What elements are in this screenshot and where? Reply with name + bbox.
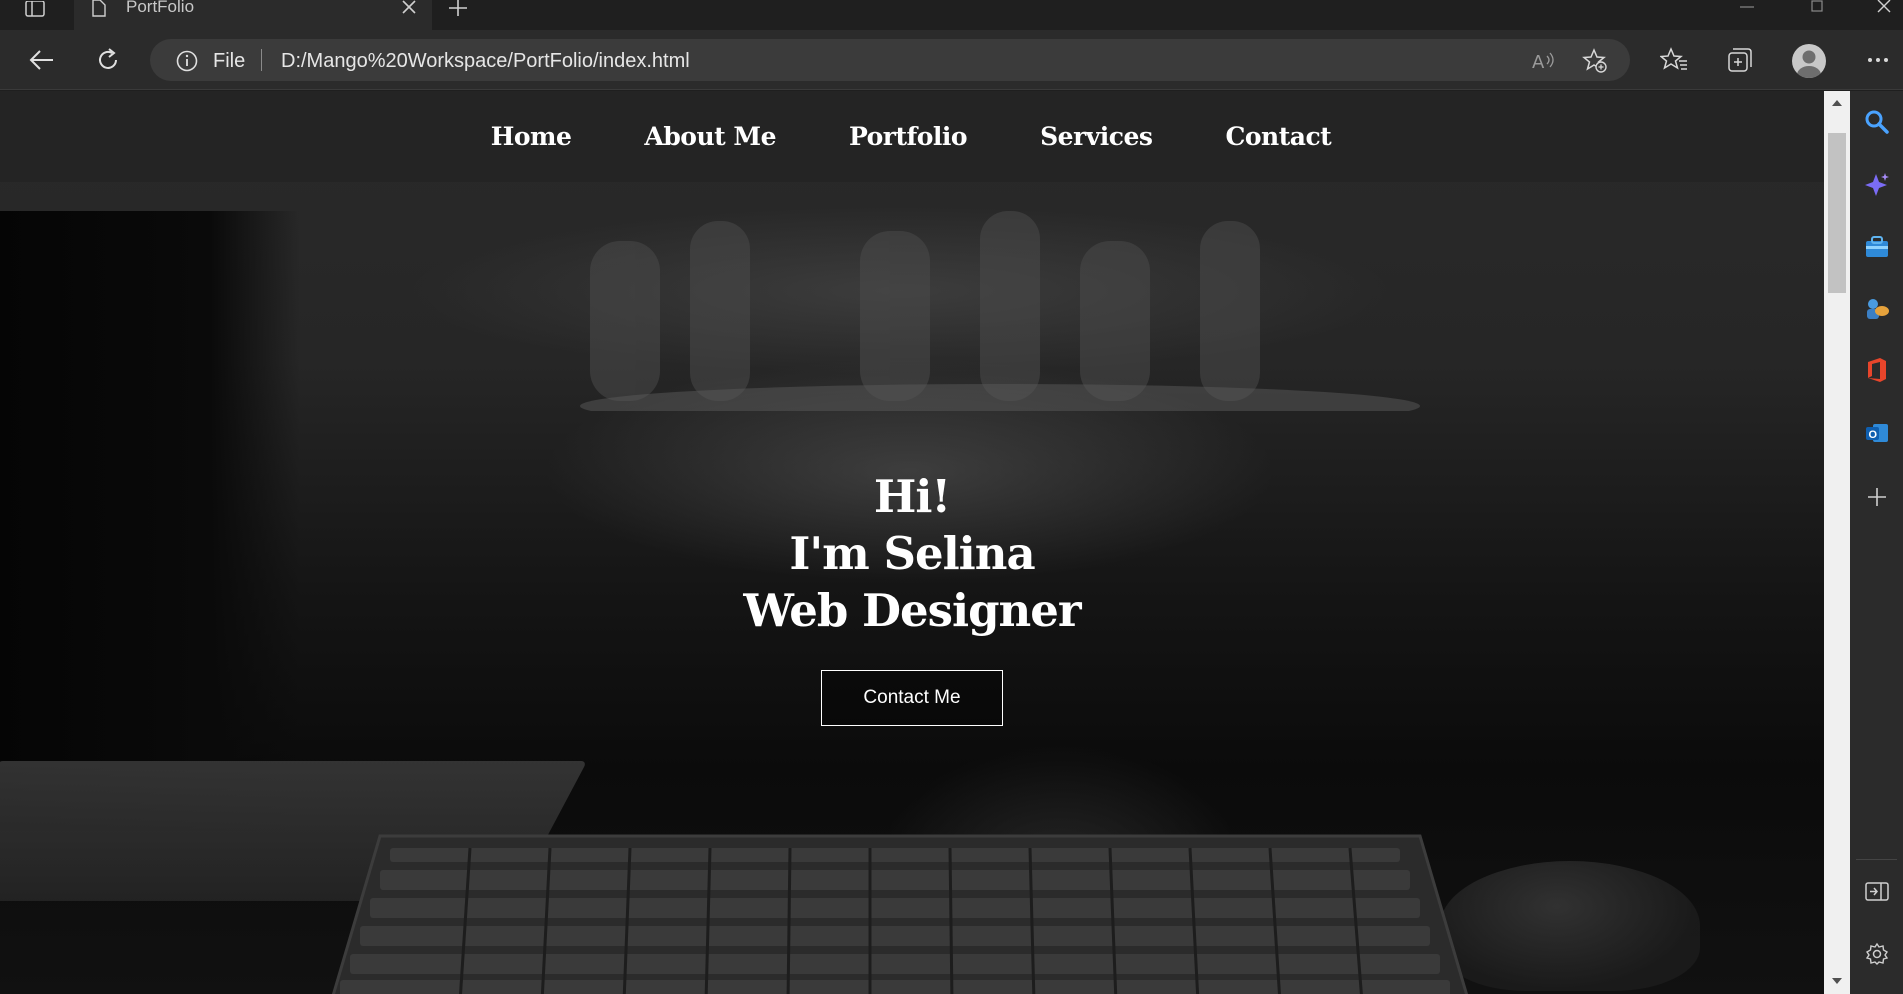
search-icon — [1865, 110, 1889, 134]
browser-titlebar: PortFolio — [0, 0, 1903, 30]
site-info-icon[interactable] — [176, 50, 198, 72]
nav-link-services[interactable]: Services — [1040, 122, 1153, 151]
site-navigation: Home About Me Portfolio Services Contact — [0, 91, 1824, 182]
favorites-button[interactable] — [1658, 44, 1690, 76]
new-tab-icon[interactable] — [444, 0, 472, 18]
background-blurred-objects — [580, 211, 1420, 411]
close-tab-icon[interactable] — [400, 0, 418, 18]
edge-sidebar: O — [1850, 91, 1903, 994]
hero-section: Hi! I'm Selina Web Designer Contact Me — [0, 468, 1824, 726]
tab-title: PortFolio — [126, 0, 195, 16]
nav-link-portfolio[interactable]: Portfolio — [849, 122, 968, 151]
refresh-icon — [99, 48, 117, 69]
shopping-icon — [1866, 236, 1888, 257]
sidebar-split-screen-button[interactable] — [1862, 877, 1892, 907]
page-scrollbar[interactable] — [1824, 91, 1850, 994]
svg-text:A: A — [1532, 52, 1545, 73]
outlook-icon: O — [1866, 424, 1888, 442]
settings-icon — [1865, 942, 1889, 965]
url-scheme-label: File — [213, 50, 246, 72]
page-icon — [92, 0, 106, 17]
more-icon — [1868, 58, 1888, 62]
address-separator — [261, 49, 262, 71]
tab-actions-icon — [25, 1, 45, 17]
restore-icon[interactable] — [1806, 0, 1828, 14]
collections-icon — [1728, 48, 1752, 72]
sidebar-games-button[interactable] — [1862, 294, 1892, 324]
profile-avatar[interactable] — [1792, 44, 1826, 78]
collections-button[interactable] — [1724, 44, 1756, 76]
nav-link-about-me[interactable]: About Me — [644, 122, 776, 151]
sidebar-divider — [1856, 859, 1897, 860]
svg-text:O: O — [1869, 429, 1878, 441]
scrollbar-thumb[interactable] — [1828, 133, 1846, 293]
page-viewport: Home About Me Portfolio Services Contact… — [0, 91, 1824, 994]
add-favorite-icon[interactable] — [1582, 48, 1608, 74]
nav-link-contact[interactable]: Contact — [1225, 122, 1331, 151]
back-button[interactable] — [26, 44, 58, 76]
refresh-button[interactable] — [92, 44, 124, 76]
close-window-icon[interactable] — [1874, 0, 1896, 14]
hero-name: I'm Selina — [789, 527, 1035, 580]
profile-icon — [1797, 50, 1821, 78]
minimize-icon[interactable] — [1736, 0, 1758, 14]
scroll-down-icon[interactable] — [1831, 975, 1843, 987]
games-icon — [1867, 299, 1889, 319]
browser-toolbar: File D:/Mango%20Workspace/PortFolio/inde… — [0, 30, 1903, 90]
settings-more-button[interactable] — [1862, 44, 1894, 76]
hero-role: Web Designer — [743, 584, 1081, 637]
favorites-icon — [1660, 47, 1687, 70]
sidebar-add-button[interactable] — [1862, 482, 1892, 512]
url-text[interactable]: D:/Mango%20Workspace/PortFolio/index.htm… — [281, 50, 690, 73]
sidebar-outlook-button[interactable]: O — [1862, 418, 1892, 448]
sidebar-settings-button[interactable] — [1862, 939, 1892, 969]
address-bar[interactable]: File D:/Mango%20Workspace/PortFolio/inde… — [150, 39, 1630, 81]
contact-me-button[interactable]: Contact Me — [821, 670, 1003, 726]
office-icon — [1868, 358, 1886, 382]
tab-actions-button[interactable] — [22, 0, 48, 18]
copilot-icon — [1865, 173, 1889, 196]
browser-tab-active[interactable]: PortFolio — [74, 0, 432, 30]
read-aloud-icon[interactable]: A — [1530, 48, 1556, 74]
split-screen-icon — [1865, 882, 1889, 901]
sidebar-office-button[interactable] — [1862, 355, 1892, 385]
nav-link-home[interactable]: Home — [491, 122, 572, 151]
add-icon — [1868, 488, 1886, 506]
back-arrow-icon — [29, 50, 53, 70]
sidebar-copilot-button[interactable] — [1862, 170, 1892, 200]
background-keyboard — [331, 834, 1469, 994]
hero-greeting: Hi! — [873, 470, 951, 523]
sidebar-shopping-button[interactable] — [1862, 232, 1892, 262]
scroll-up-icon[interactable] — [1831, 97, 1843, 109]
sidebar-search-button[interactable] — [1862, 107, 1892, 137]
